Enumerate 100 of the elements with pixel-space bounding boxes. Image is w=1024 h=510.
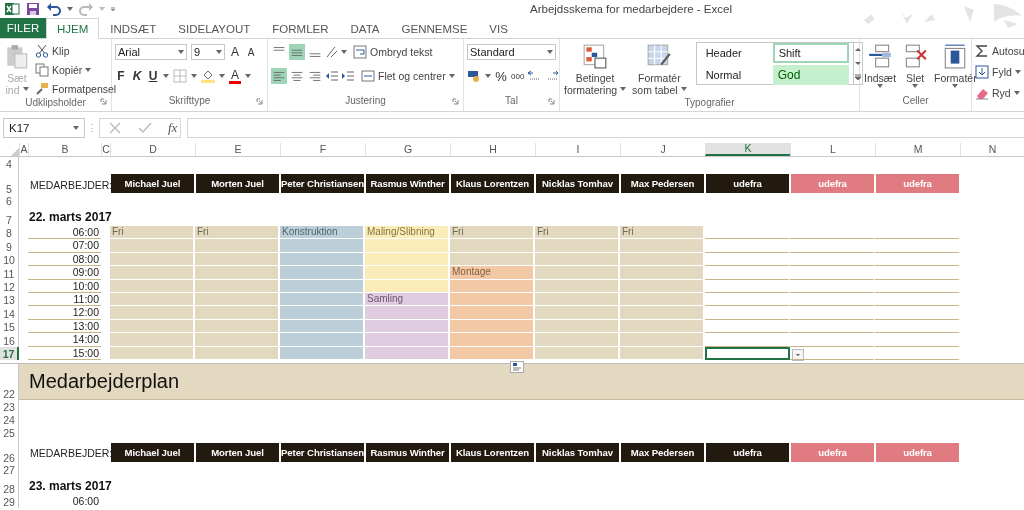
caret-icon[interactable] (912, 84, 919, 88)
increase-indent-icon[interactable] (341, 69, 355, 83)
row-header[interactable]: 5 (0, 170, 19, 195)
bold-button[interactable]: F (115, 69, 127, 83)
thousands-button[interactable]: 000 (511, 71, 523, 81)
select-all-icon[interactable] (9, 146, 19, 156)
decrease-decimal-icon[interactable] (545, 69, 559, 83)
currency-icon[interactable] (467, 69, 481, 83)
ribbon-tab[interactable]: INDSÆT (99, 18, 168, 38)
font-size-field[interactable]: 9 (191, 44, 225, 60)
schedule-cell[interactable]: Maling/Slibning (365, 226, 450, 240)
row-header[interactable]: 8 (0, 226, 19, 240)
ribbon-tab[interactable]: HJEM (46, 18, 100, 39)
row-header[interactable]: 6 (0, 195, 19, 207)
ribbon-tab[interactable]: VIS (478, 18, 519, 38)
caret-icon[interactable] (341, 50, 347, 54)
caret-icon[interactable] (245, 74, 251, 78)
shrink-font-button[interactable]: A (245, 46, 257, 58)
gallery-scroll-buttons[interactable] (853, 42, 863, 85)
column-header[interactable]: L (790, 143, 875, 156)
row-header[interactable]: 11 (0, 266, 19, 280)
wrap-text-button[interactable]: Ombryd tekst (353, 43, 433, 61)
ribbon-tab[interactable]: SIDELAYOUT (167, 18, 262, 38)
caret-icon[interactable] (178, 50, 184, 54)
dialog-launcher-icon[interactable] (100, 98, 107, 105)
row-header[interactable]: 9 (0, 239, 19, 253)
ribbon-tab[interactable]: FORMLER (261, 18, 340, 38)
vertical-align-icon[interactable] (289, 44, 305, 60)
schedule-cell[interactable]: Fri (535, 226, 620, 240)
ribbon-tab[interactable]: GENNEMSE (390, 18, 479, 38)
fill-button[interactable]: Fyld (975, 63, 1024, 80)
number-format-field[interactable]: Standard (467, 44, 556, 60)
caret-icon[interactable] (163, 74, 169, 78)
schedule-cell[interactable]: Fri (110, 226, 195, 240)
dialog-launcher-icon[interactable] (452, 98, 459, 105)
name-box[interactable]: K17 (3, 118, 85, 138)
delete-cells-button[interactable]: Slet (901, 42, 930, 95)
save-icon[interactable] (25, 1, 41, 17)
column-header[interactable]: F (280, 143, 365, 156)
underline-button[interactable]: U (147, 69, 159, 83)
caret-icon[interactable] (547, 50, 553, 54)
column-header[interactable]: C (101, 143, 110, 156)
row-header[interactable]: 17 (0, 346, 19, 360)
caret-icon[interactable] (448, 74, 455, 78)
cell-style-item[interactable]: Normal (700, 64, 769, 85)
caret-icon[interactable] (85, 67, 92, 72)
check-icon[interactable] (138, 121, 152, 135)
undo-icon[interactable] (46, 1, 62, 17)
row-header[interactable]: 13 (0, 292, 19, 307)
formula-input[interactable] (187, 118, 1024, 138)
column-header[interactable]: G (365, 143, 450, 156)
caret-icon[interactable] (73, 126, 79, 130)
caret-icon[interactable] (1013, 90, 1020, 95)
row-header[interactable]: 15 (0, 319, 19, 334)
caret-icon[interactable] (952, 84, 959, 88)
schedule-cell[interactable]: Fri (450, 226, 535, 240)
orientation-icon[interactable] (325, 45, 339, 59)
clear-button[interactable]: Ryd (975, 84, 1024, 101)
file-tab[interactable]: FILER (0, 18, 46, 38)
insert-function-button[interactable]: fx (168, 120, 178, 136)
row-header[interactable]: 14 (0, 306, 19, 320)
font-color-button[interactable]: A (229, 68, 241, 84)
customize-icon[interactable] (110, 7, 116, 11)
format-as-table-button[interactable]: Formatér som tabel (631, 42, 688, 97)
grow-font-button[interactable]: A (229, 45, 241, 59)
conditional-formatting-button[interactable]: Betinget formatering (563, 42, 628, 97)
format-cells-button[interactable]: Formatér (933, 42, 978, 95)
fill-color-icon[interactable] (201, 69, 215, 83)
decrease-indent-icon[interactable] (325, 69, 339, 83)
redo-icon[interactable] (78, 1, 94, 17)
paste-options-icon[interactable] (510, 360, 524, 373)
merge-center-button[interactable]: Flet og centrer (361, 67, 455, 85)
format-painter-button[interactable]: Formatpensel (35, 80, 117, 97)
excel-logo-icon[interactable] (4, 1, 20, 17)
caret-icon[interactable] (1014, 69, 1021, 74)
font-name-field[interactable]: Arial (115, 44, 187, 60)
row-header[interactable]: 16 (0, 333, 19, 347)
column-header[interactable]: K (705, 143, 790, 156)
schedule-cell[interactable]: Montage (450, 266, 535, 280)
row-header[interactable]: 29 (0, 494, 19, 509)
caret-icon[interactable] (219, 74, 225, 78)
column-header[interactable]: M (875, 143, 960, 156)
row-header[interactable]: 27 (0, 463, 19, 476)
italic-button[interactable]: K (131, 69, 143, 83)
insert-cells-button[interactable]: Indsæt (863, 42, 898, 95)
column-header[interactable]: B (28, 143, 101, 156)
horizontal-align-icon[interactable] (271, 68, 287, 84)
column-header[interactable]: D (110, 143, 195, 156)
schedule-cell[interactable]: Konstruktion (280, 226, 365, 240)
cell-style-item[interactable]: God (772, 64, 849, 85)
cancel-icon[interactable] (108, 121, 122, 135)
increase-decimal-icon[interactable] (527, 69, 541, 83)
column-header[interactable]: N (960, 143, 1024, 156)
caret-icon[interactable] (216, 50, 222, 54)
schedule-cell[interactable]: Fri (195, 226, 280, 240)
cut-button[interactable]: Klip (35, 42, 117, 59)
row-header[interactable]: 24 (0, 412, 19, 426)
column-header[interactable]: I (535, 143, 620, 156)
cell-style-item[interactable]: Header (700, 42, 769, 63)
caret-icon[interactable] (620, 86, 627, 91)
